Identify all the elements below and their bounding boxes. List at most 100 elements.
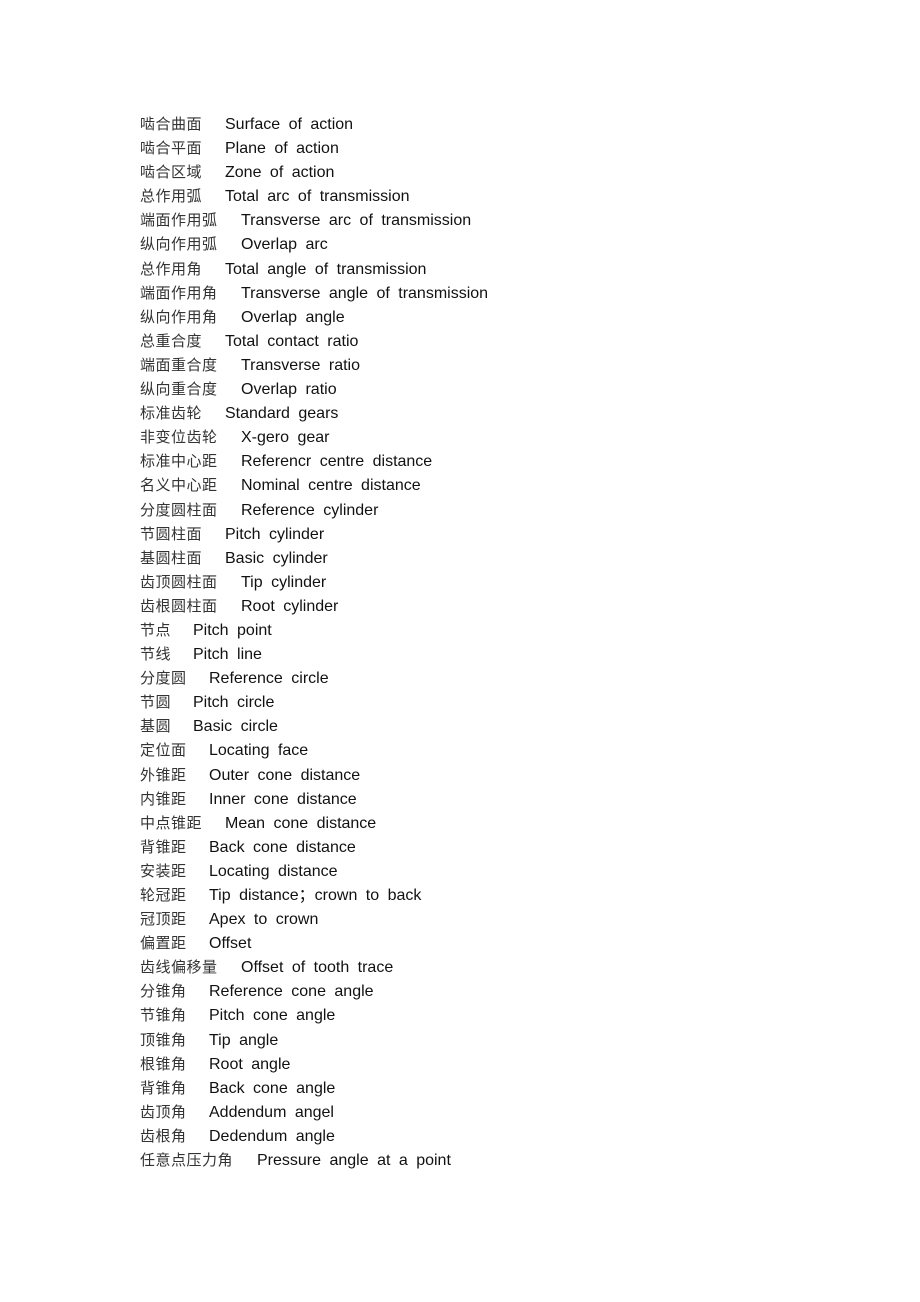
glossary-entry: 分度圆 Reference circle xyxy=(140,666,840,690)
english-term: Transverse angle of transmission xyxy=(241,284,489,302)
chinese-term: 分度圆 xyxy=(140,669,187,688)
chinese-term: 端面作用角 xyxy=(140,283,218,302)
glossary-entry: 齿根圆柱面 Root cylinder xyxy=(140,594,840,618)
glossary-entry: 节点 Pitch point xyxy=(140,618,840,642)
chinese-term: 内锥距 xyxy=(140,789,187,808)
chinese-term: 纵向作用角 xyxy=(140,307,218,326)
glossary-entry: 啮合曲面 Surface of action xyxy=(140,112,840,136)
english-term: Standard gears xyxy=(225,405,339,423)
chinese-term: 端面重合度 xyxy=(140,355,218,374)
english-term: Inner cone distance xyxy=(209,790,357,808)
chinese-term: 齿顶圆柱面 xyxy=(140,572,218,591)
english-term: Dedendum angle xyxy=(209,1127,335,1145)
chinese-term: 冠顶距 xyxy=(140,910,187,929)
english-term: Locating distance xyxy=(209,862,338,880)
glossary-entry: 节线 Pitch line xyxy=(140,642,840,666)
chinese-term: 名义中心距 xyxy=(140,476,218,495)
glossary-entry: 节圆柱面 Pitch cylinder xyxy=(140,522,840,546)
english-term: Surface of action xyxy=(225,116,354,133)
chinese-term: 总作用弧 xyxy=(140,187,203,206)
english-term: Total angle of transmission xyxy=(225,260,427,278)
glossary-entry: 内锥距 Inner cone distance xyxy=(140,787,840,811)
english-term: Pitch cone angle xyxy=(209,1007,336,1025)
glossary-entry: 啮合区域 Zone of action xyxy=(140,160,840,184)
glossary-entry: 基圆柱面 Basic cylinder xyxy=(140,546,840,570)
glossary-entry: 分锥角 Reference cone angle xyxy=(140,979,840,1003)
chinese-term: 标准中心距 xyxy=(140,452,218,471)
english-term: Locating face xyxy=(209,742,309,760)
glossary-entry: 齿线偏移量 Offset of tooth trace xyxy=(140,955,840,979)
english-term: Reference circle xyxy=(209,670,329,688)
chinese-term: 外锥距 xyxy=(140,765,187,784)
chinese-term: 纵向重合度 xyxy=(140,380,218,399)
chinese-term: 齿线偏移量 xyxy=(140,958,218,977)
english-term: Back cone distance xyxy=(209,838,356,856)
chinese-term: 节圆 xyxy=(140,693,172,712)
english-term: Tip angle xyxy=(209,1031,279,1049)
glossary-entry: 齿顶圆柱面 Tip cylinder xyxy=(140,570,840,594)
english-term: Root cylinder xyxy=(241,597,339,615)
glossary-entry: 定位面 Locating face xyxy=(140,738,840,762)
chinese-term: 啮合平面 xyxy=(140,139,203,158)
glossary-entry: 顶锥角 Tip angle xyxy=(140,1028,840,1052)
chinese-term: 节线 xyxy=(140,645,172,664)
glossary-entry: 轮冠距 Tip distance；crown to back xyxy=(140,883,840,907)
glossary-page: 啮合曲面 Surface of action 啮合平面 Plane of actio… xyxy=(140,112,840,1172)
english-term: Zone of action xyxy=(225,164,335,182)
english-term: Pitch circle xyxy=(193,694,275,712)
glossary-entry: 背锥距 Back cone distance xyxy=(140,835,840,859)
glossary-entry: 纵向作用角 Overlap angle xyxy=(140,305,840,329)
english-term: Addendum angel xyxy=(209,1103,334,1121)
glossary-entry: 非变位齿轮 X-gero gear xyxy=(140,425,840,449)
english-term: Mean cone distance xyxy=(225,814,377,832)
chinese-term: 根锥角 xyxy=(140,1054,187,1073)
chinese-term: 轮冠距 xyxy=(140,886,187,904)
chinese-term: 节点 xyxy=(140,620,172,639)
glossary-entry: 偏置距 Offset xyxy=(140,931,840,955)
glossary-entry: 端面作用弧 Transverse arc of transmission xyxy=(140,208,840,232)
glossary-entry: 中点锥距 Mean cone distance xyxy=(140,811,840,835)
glossary-entry: 标准中心距 Referencr centre distance xyxy=(140,449,840,473)
chinese-term: 背锥距 xyxy=(140,837,187,856)
glossary-entry: 任意点压力角 Pressure angle at a point xyxy=(140,1148,840,1172)
english-term: Tip cylinder xyxy=(241,573,327,591)
glossary-entry: 齿顶角 Addendum angel xyxy=(140,1100,840,1124)
chinese-term: 定位面 xyxy=(140,741,187,760)
english-term: Referencr centre distance xyxy=(241,453,433,471)
chinese-term: 偏置距 xyxy=(140,934,187,953)
glossary-entry: 冠顶距 Apex to crown xyxy=(140,907,840,931)
glossary-entry: 啮合平面 Plane of action xyxy=(140,136,840,160)
english-term: Total contact ratio xyxy=(225,332,359,350)
chinese-term: 齿顶角 xyxy=(140,1102,187,1121)
english-term: Reference cone angle xyxy=(209,983,374,1001)
english-term: Reference cylinder xyxy=(241,501,379,519)
english-term: Tip distance；crown to back xyxy=(209,887,422,904)
english-term: Plane of action xyxy=(225,140,339,158)
english-term: Basic cylinder xyxy=(225,549,328,567)
glossary-entry: 根锥角 Root angle xyxy=(140,1052,840,1076)
english-term: Offset xyxy=(209,935,252,953)
glossary-entry: 总作用弧 Total arc of transmission xyxy=(140,184,840,208)
english-term: Basic circle xyxy=(193,718,278,736)
english-term: Overlap ratio xyxy=(241,381,337,399)
chinese-term: 节锥角 xyxy=(140,1006,187,1025)
glossary-entry: 分度圆柱面 Reference cylinder xyxy=(140,498,840,522)
glossary-entry: 基圆 Basic circle xyxy=(140,714,840,738)
english-term: Transverse arc of transmission xyxy=(241,212,472,230)
english-term: X-gero gear xyxy=(241,429,330,447)
glossary-entry: 节锥角 Pitch cone angle xyxy=(140,1003,840,1027)
english-term: Pressure angle at a point xyxy=(257,1152,451,1170)
glossary-entry: 安装距 Locating distance xyxy=(140,859,840,883)
glossary-entry: 纵向重合度 Overlap ratio xyxy=(140,377,840,401)
glossary-entry: 纵向作用弧 Overlap arc xyxy=(140,232,840,256)
english-term: Root angle xyxy=(209,1055,291,1073)
english-term: Back cone angle xyxy=(209,1079,336,1097)
chinese-term: 纵向作用弧 xyxy=(140,235,218,254)
glossary-entry: 端面作用角 Transverse angle of transmission xyxy=(140,281,840,305)
glossary-entry: 背锥角 Back cone angle xyxy=(140,1076,840,1100)
glossary-entry: 总重合度 Total contact ratio xyxy=(140,329,840,353)
english-term: Nominal centre distance xyxy=(241,477,421,495)
glossary-entry: 名义中心距 Nominal centre distance xyxy=(140,473,840,497)
english-term: Overlap angle xyxy=(241,308,345,326)
english-term: Total arc of transmission xyxy=(225,188,410,206)
